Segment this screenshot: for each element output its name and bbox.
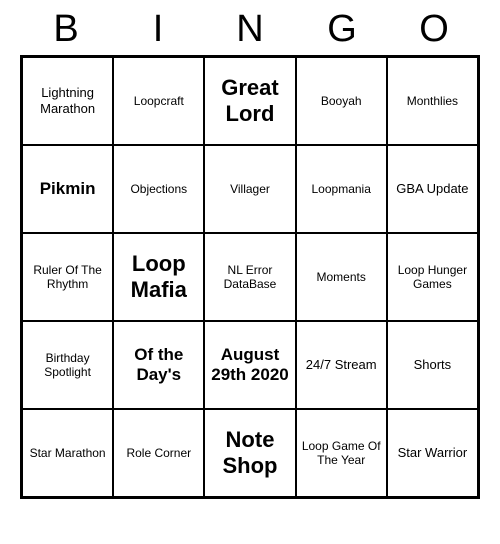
bingo-grid: Lightning MarathonLoopcraftGreat LordBoo… [20, 55, 480, 499]
cell-13: Moments [296, 233, 387, 321]
cell-4: Monthlies [387, 57, 478, 145]
cell-24: Star Warrior [387, 409, 478, 497]
letter-i: I [118, 8, 198, 51]
cell-15: Birthday Spotlight [22, 321, 113, 409]
cell-5: Pikmin [22, 145, 113, 233]
cell-16: Of the Day's [113, 321, 204, 409]
cell-0: Lightning Marathon [22, 57, 113, 145]
letter-b: B [26, 8, 106, 51]
cell-1: Loopcraft [113, 57, 204, 145]
cell-9: GBA Update [387, 145, 478, 233]
letter-g: G [302, 8, 382, 51]
cell-11: Loop Mafia [113, 233, 204, 321]
cell-17: August 29th 2020 [204, 321, 295, 409]
cell-7: Villager [204, 145, 295, 233]
cell-3: Booyah [296, 57, 387, 145]
cell-2: Great Lord [204, 57, 295, 145]
letter-n: N [210, 8, 290, 51]
cell-12: NL Error DataBase [204, 233, 295, 321]
cell-21: Role Corner [113, 409, 204, 497]
cell-23: Loop Game Of The Year [296, 409, 387, 497]
cell-20: Star Marathon [22, 409, 113, 497]
cell-19: Shorts [387, 321, 478, 409]
cell-8: Loopmania [296, 145, 387, 233]
cell-22: Note Shop [204, 409, 295, 497]
cell-6: Objections [113, 145, 204, 233]
cell-14: Loop Hunger Games [387, 233, 478, 321]
cell-10: Ruler Of The Rhythm [22, 233, 113, 321]
letter-o: O [394, 8, 474, 51]
bingo-header: B I N G O [20, 0, 480, 55]
cell-18: 24/7 Stream [296, 321, 387, 409]
